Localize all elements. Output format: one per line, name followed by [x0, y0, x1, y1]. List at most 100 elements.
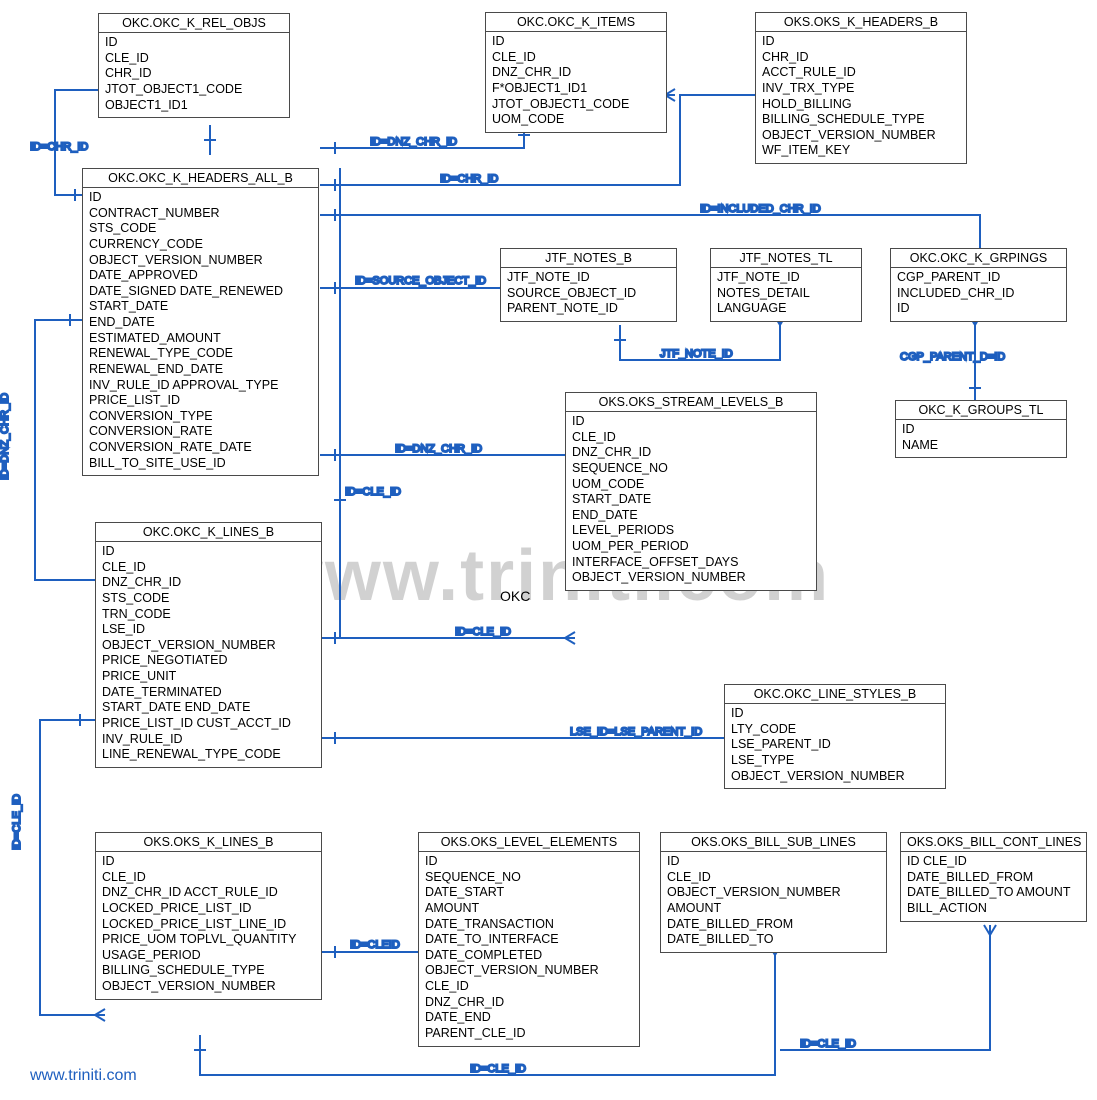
entity-body: IDLTY_CODELSE_PARENT_IDLSE_TYPEOBJECT_VE… [725, 704, 945, 788]
field: UOM_CODE [572, 477, 810, 493]
entity-line-styles: OKC.OKC_LINE_STYLES_B IDLTY_CODELSE_PARE… [724, 684, 946, 789]
field: STS_CODE [89, 221, 312, 237]
entity-title: OKC.OKC_K_REL_OBJS [99, 14, 289, 33]
field: LSE_PARENT_ID [731, 737, 939, 753]
entity-level-elems: OKS.OKS_LEVEL_ELEMENTS IDSEQUENCE_NODATE… [418, 832, 640, 1047]
field: DNZ_CHR_ID [425, 995, 633, 1011]
field: SOURCE_OBJECT_ID [507, 286, 670, 302]
entity-rel-objs: OKC.OKC_K_REL_OBJS IDCLE_IDCHR_IDJTOT_OB… [98, 13, 290, 118]
field: DATE_BILLED_FROM [667, 917, 880, 933]
field: ID [89, 190, 312, 206]
entity-notes-tl: JTF_NOTES_TL JTF_NOTE_IDNOTES_DETAILLANG… [710, 248, 862, 322]
field: CONVERSION_RATE_DATE [89, 440, 312, 456]
field: INTERFACE_OFFSET_DAYS [572, 555, 810, 571]
entity-body: IDCLE_IDDNZ_CHR_ID ACCT_RULE_IDLOCKED_PR… [96, 852, 321, 999]
field: INCLUDED_CHR_ID [897, 286, 1060, 302]
entity-bill-sub: OKS.OKS_BILL_SUB_LINES IDCLE_IDOBJECT_VE… [660, 832, 887, 953]
field: DATE_START [425, 885, 633, 901]
field: DATE_TO_INTERFACE [425, 932, 633, 948]
entity-oks-headers: OKS.OKS_K_HEADERS_B IDCHR_IDACCT_RULE_ID… [755, 12, 967, 164]
field: PRICE_NEGOTIATED [102, 653, 315, 669]
field: ID [102, 544, 315, 560]
field: CONVERSION_RATE [89, 424, 312, 440]
entity-title: OKS.OKS_STREAM_LEVELS_B [566, 393, 816, 412]
field: CONTRACT_NUMBER [89, 206, 312, 222]
field: CLE_ID [572, 430, 810, 446]
entity-body: IDCLE_IDCHR_IDJTOT_OBJECT1_CODEOBJECT1_I… [99, 33, 289, 117]
field: SEQUENCE_NO [572, 461, 810, 477]
entity-title: OKC.OKC_LINE_STYLES_B [725, 685, 945, 704]
field: DNZ_CHR_ID [102, 575, 315, 591]
entity-body: IDCONTRACT_NUMBERSTS_CODECURRENCY_CODEOB… [83, 188, 318, 475]
field: DATE_COMPLETED [425, 948, 633, 964]
field: DNZ_CHR_ID [572, 445, 810, 461]
svg-text:CGP_PARENT_D=ID: CGP_PARENT_D=ID [900, 351, 1005, 363]
svg-text:ID=CHR_ID: ID=CHR_ID [440, 173, 498, 185]
entity-grpings: OKC.OKC_K_GRPINGS CGP_PARENT_IDINCLUDED_… [890, 248, 1067, 322]
field: DATE_BILLED_TO [667, 932, 880, 948]
entity-stream: OKS.OKS_STREAM_LEVELS_B IDCLE_IDDNZ_CHR_… [565, 392, 817, 591]
entity-body: IDCHR_IDACCT_RULE_IDINV_TRX_TYPEHOLD_BIL… [756, 32, 966, 163]
field: OBJECT_VERSION_NUMBER [425, 963, 633, 979]
field: ID [425, 854, 633, 870]
field: ID [105, 35, 283, 51]
field: ID [731, 706, 939, 722]
field: OBJECT_VERSION_NUMBER [102, 638, 315, 654]
entity-oks-lines: OKS.OKS_K_LINES_B IDCLE_IDDNZ_CHR_ID ACC… [95, 832, 322, 1000]
svg-text:ID=CLE_ID: ID=CLE_ID [11, 794, 23, 850]
field: F*OBJECT1_ID1 [492, 81, 660, 97]
field: PRICE_LIST_ID CUST_ACCT_ID [102, 716, 315, 732]
field: JTF_NOTE_ID [717, 270, 855, 286]
svg-text:ID=DNZ_CHR_ID: ID=DNZ_CHR_ID [370, 136, 457, 148]
entity-body: ID CLE_IDDATE_BILLED_FROMDATE_BILLED_TO … [901, 852, 1086, 921]
entity-title: OKC.OKC_K_ITEMS [486, 13, 666, 32]
field: END_DATE [572, 508, 810, 524]
field: DATE_APPROVED [89, 268, 312, 284]
field: AMOUNT [425, 901, 633, 917]
field: PRICE_LIST_ID [89, 393, 312, 409]
field: SEQUENCE_NO [425, 870, 633, 886]
entity-notes-b: JTF_NOTES_B JTF_NOTE_IDSOURCE_OBJECT_IDP… [500, 248, 677, 322]
entity-title: OKC.OKC_K_HEADERS_ALL_B [83, 169, 318, 188]
field: JTOT_OBJECT1_CODE [492, 97, 660, 113]
entity-body: JTF_NOTE_IDNOTES_DETAILLANGUAGE [711, 268, 861, 321]
field: LSE_ID [102, 622, 315, 638]
entity-body: IDCLE_IDOBJECT_VERSION_NUMBERAMOUNTDATE_… [661, 852, 886, 952]
field: BILLING_SCHEDULE_TYPE [762, 112, 960, 128]
field: START_DATE [89, 299, 312, 315]
field: USAGE_PERIOD [102, 948, 315, 964]
field: OBJECT_VERSION_NUMBER [667, 885, 880, 901]
entity-body: CGP_PARENT_IDINCLUDED_CHR_IDID [891, 268, 1066, 321]
entity-items: OKC.OKC_K_ITEMS IDCLE_IDDNZ_CHR_IDF*OBJE… [485, 12, 667, 133]
field: ID [102, 854, 315, 870]
field: OBJECT_VERSION_NUMBER [572, 570, 810, 586]
field: ID [902, 422, 1060, 438]
okc-label: OKC [500, 588, 530, 604]
field: DATE_SIGNED DATE_RENEWED [89, 284, 312, 300]
entity-title: OKS.OKS_K_HEADERS_B [756, 13, 966, 32]
field: BILL_ACTION [907, 901, 1080, 917]
entity-title: JTF_NOTES_B [501, 249, 676, 268]
entity-title: OKC.OKC_K_GRPINGS [891, 249, 1066, 268]
field: CLE_ID [667, 870, 880, 886]
entity-body: JTF_NOTE_IDSOURCE_OBJECT_IDPARENT_NOTE_I… [501, 268, 676, 321]
field: INV_RULE_ID [102, 732, 315, 748]
field: ID [572, 414, 810, 430]
field: ID [897, 301, 1060, 317]
field: END_DATE [89, 315, 312, 331]
field: LINE_RENEWAL_TYPE_CODE [102, 747, 315, 763]
field: ID CLE_ID [907, 854, 1080, 870]
field: CHR_ID [105, 66, 283, 82]
field: DNZ_CHR_ID [492, 65, 660, 81]
field: RENEWAL_END_DATE [89, 362, 312, 378]
svg-text:ID=CHR_ID: ID=CHR_ID [30, 141, 88, 153]
entity-groups-tl: OKC_K_GROUPS_TL IDNAME [895, 400, 1067, 458]
field: CLE_ID [492, 50, 660, 66]
entity-body: IDCLE_IDDNZ_CHR_IDSTS_CODETRN_CODELSE_ID… [96, 542, 321, 767]
field: INV_TRX_TYPE [762, 81, 960, 97]
entity-title: OKC_K_GROUPS_TL [896, 401, 1066, 420]
field: DATE_BILLED_FROM [907, 870, 1080, 886]
entity-body: IDCLE_IDDNZ_CHR_IDF*OBJECT1_ID1JTOT_OBJE… [486, 32, 666, 132]
entity-body: IDCLE_IDDNZ_CHR_IDSEQUENCE_NOUOM_CODESTA… [566, 412, 816, 590]
field: AMOUNT [667, 901, 880, 917]
